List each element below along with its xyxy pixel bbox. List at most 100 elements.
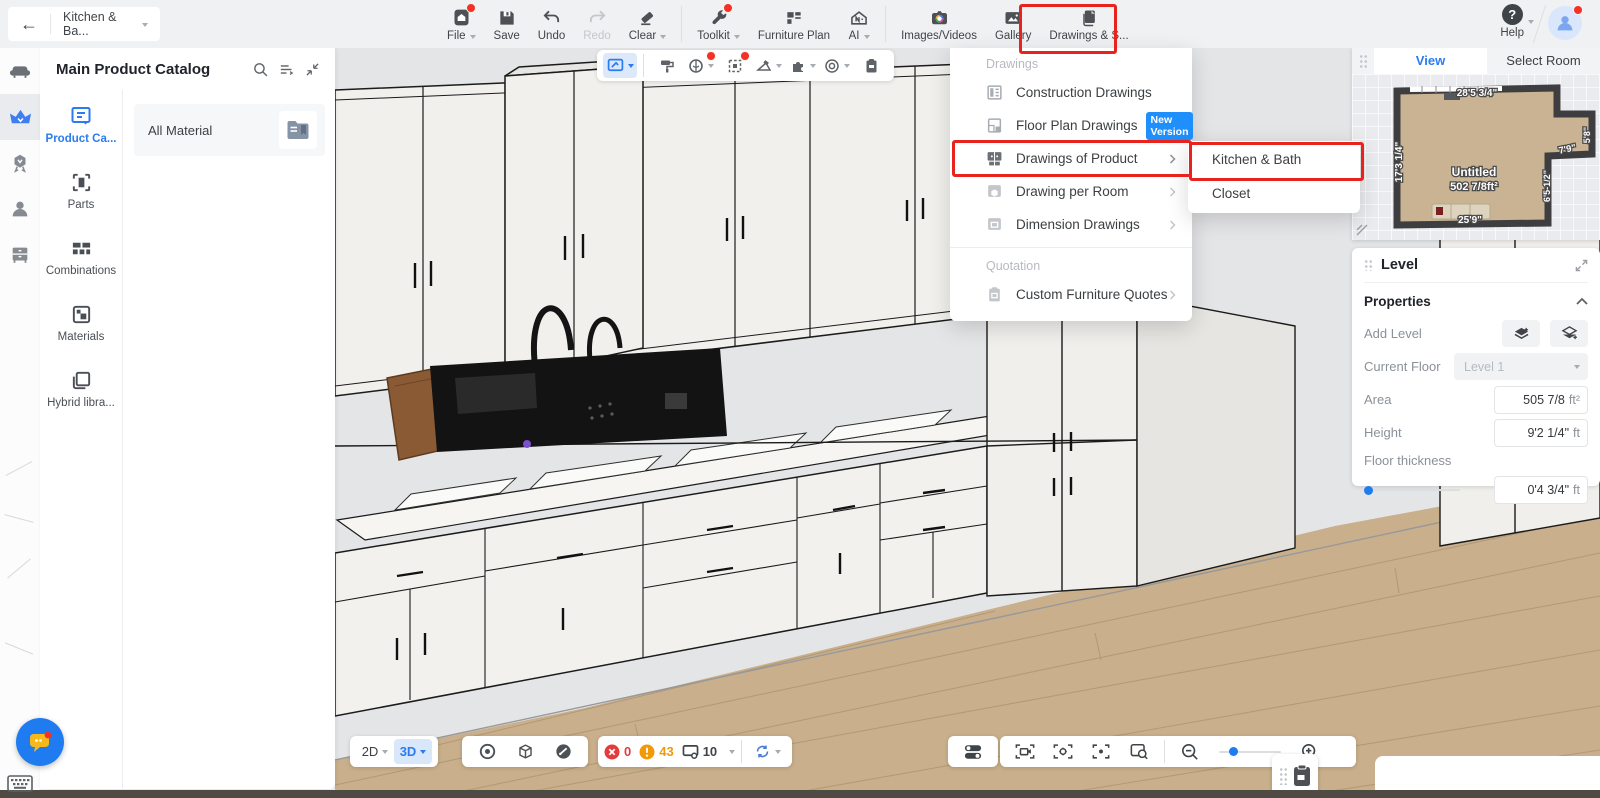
zoom-slider[interactable] (1219, 751, 1281, 753)
drawings-of-product-icon (986, 150, 1003, 167)
minimap-floorplan[interactable]: 28'5 3/4" 17'3 1/4" Untitled 502 7/8ft² … (1352, 74, 1600, 240)
dim-bottom-label: 25'9" (1458, 215, 1482, 226)
minimap-drag-handle[interactable] (1352, 48, 1374, 74)
mode-2d-button[interactable]: 2D (356, 739, 394, 764)
custom-furniture-quotes-icon (986, 286, 1003, 303)
catalog-search-button[interactable] (247, 56, 273, 82)
render-globe-button[interactable] (684, 53, 718, 78)
minimap-panel: View Select Room 28'5 3/4" 17'3 1/4" Unt… (1352, 48, 1600, 240)
camera-settings-button[interactable] (1044, 739, 1082, 764)
gallery-button[interactable]: Gallery (986, 4, 1040, 44)
minimap-tabs: View Select Room (1352, 48, 1600, 74)
spiral-tool-button[interactable] (820, 53, 854, 78)
keyboard-shortcuts-icon[interactable] (7, 775, 33, 792)
level-drag-handle[interactable] (1364, 259, 1373, 271)
perspective-cube-button[interactable] (506, 739, 544, 764)
catalog-filter-button[interactable] (273, 56, 299, 82)
redo-button[interactable]: Redo (574, 4, 620, 44)
floor-thickness-input[interactable]: 0'4 3/4" ft (1494, 476, 1588, 504)
submenu-closet[interactable]: Closet (1188, 177, 1360, 211)
undo-button[interactable]: Undo (529, 4, 575, 44)
performance-gauge-button[interactable] (544, 739, 582, 764)
nav-hybrid-library[interactable]: Hybrid libra... (40, 369, 122, 409)
menu-drawings-of-product[interactable]: Drawings of Product (950, 142, 1192, 175)
menu-floor-plan-drawings[interactable]: Floor Plan Drawings New Version (950, 109, 1192, 142)
construction-drawings-icon (986, 84, 1003, 101)
add-level-above-button[interactable] (1502, 320, 1540, 347)
properties-row[interactable]: Properties (1364, 285, 1588, 317)
minimap-resize-handle[interactable] (1356, 224, 1368, 236)
dim-top-label: 28'5 3/4" (1457, 88, 1498, 99)
rail-badge-item[interactable] (0, 140, 40, 186)
nav-combinations[interactable]: Combinations (40, 237, 122, 277)
material-brush-icon (756, 58, 772, 74)
nav-product-catalog[interactable]: Product Ca... (40, 104, 122, 145)
display-settings-button[interactable] (954, 739, 992, 764)
expand-panel-icon[interactable] (1575, 259, 1588, 272)
furniture-plan-button[interactable]: Furniture Plan (749, 4, 839, 44)
warnings-indicator[interactable]: 43 (639, 744, 681, 760)
tab-view[interactable]: View (1374, 48, 1487, 74)
menu-drawing-per-room[interactable]: Drawing per Room (950, 175, 1192, 208)
parts-icon (70, 171, 93, 194)
mode-3d-button[interactable]: 3D (394, 739, 432, 764)
spiral-icon (824, 58, 840, 74)
clipboard-tool-button[interactable] (854, 53, 888, 78)
bottom-strip (0, 790, 1600, 798)
materials-icon (70, 303, 93, 326)
catalog-collapse-button[interactable] (299, 56, 325, 82)
paint-roller-button[interactable] (650, 53, 684, 78)
area-input[interactable]: 505 7/8 ft² (1494, 386, 1588, 414)
walkthrough-camera-button[interactable] (1006, 739, 1044, 764)
images-videos-button[interactable]: Images/Videos (892, 4, 986, 44)
center-focus-button[interactable] (1082, 739, 1120, 764)
clear-button[interactable]: Clear (620, 4, 675, 44)
cabinet-icon (9, 244, 31, 266)
project-name-dropdown[interactable]: Kitchen & Ba... (51, 10, 138, 38)
ai-button[interactable]: AI (839, 4, 879, 44)
help-button[interactable]: ? Help (1500, 4, 1534, 39)
toggles-icon (963, 743, 983, 761)
project-caret (142, 23, 148, 30)
drawings-schemes-button[interactable]: Drawings & S... (1040, 4, 1137, 44)
sync-button[interactable] (748, 739, 786, 764)
all-material-item[interactable]: All Material (134, 104, 325, 156)
plugins-button[interactable] (786, 53, 820, 78)
visibility-button[interactable] (468, 739, 506, 764)
file-button[interactable]: File (438, 4, 485, 44)
material-brush-button[interactable] (752, 53, 786, 78)
slider-knob[interactable] (1364, 486, 1373, 495)
menu-dimension-drawings[interactable]: Dimension Drawings (950, 208, 1192, 241)
nav-parts[interactable]: Parts (40, 171, 122, 211)
user-avatar[interactable] (1548, 6, 1582, 40)
current-floor-select[interactable]: Level 1 (1454, 353, 1588, 380)
errors-indicator[interactable]: 0 (604, 744, 639, 760)
dim-right-label: 5'8" (1582, 127, 1592, 143)
annotation-tool-button[interactable] (603, 53, 637, 78)
zoom-to-area-button[interactable] (1120, 739, 1158, 764)
submenu-kitchen-bath[interactable]: Kitchen & Bath (1188, 143, 1360, 177)
displays-indicator[interactable]: 10 (682, 744, 725, 759)
toolkit-button[interactable]: Toolkit (688, 4, 749, 44)
nav-materials[interactable]: Materials (40, 303, 122, 343)
marquee-select-button[interactable] (718, 53, 752, 78)
floor-thickness-slider[interactable] (1364, 489, 1460, 491)
rail-cabinet-item[interactable] (0, 232, 40, 278)
back-button[interactable]: ← (8, 14, 50, 35)
rail-furniture-item[interactable] (0, 48, 40, 94)
add-level-below-button[interactable] (1550, 320, 1588, 347)
height-input[interactable]: 9'2 1/4" ft (1494, 419, 1588, 447)
camera-icon (929, 8, 950, 28)
add-layer-below-icon (1561, 326, 1578, 341)
menu-construction-drawings[interactable]: Construction Drawings (950, 76, 1192, 109)
tab-select-room[interactable]: Select Room (1487, 48, 1600, 74)
save-button[interactable]: Save (485, 4, 529, 44)
zoom-slider-knob[interactable] (1229, 747, 1238, 756)
chat-bubble-icon (27, 730, 53, 754)
chat-support-button[interactable] (16, 718, 64, 766)
zoom-out-button[interactable] (1171, 739, 1209, 764)
rail-designer-item[interactable] (0, 186, 40, 232)
catalog-nav: Product Ca... Parts Combinations (40, 90, 123, 788)
rail-premium-item[interactable] (0, 94, 40, 140)
menu-custom-furniture-quotes[interactable]: Custom Furniture Quotes (950, 278, 1192, 311)
